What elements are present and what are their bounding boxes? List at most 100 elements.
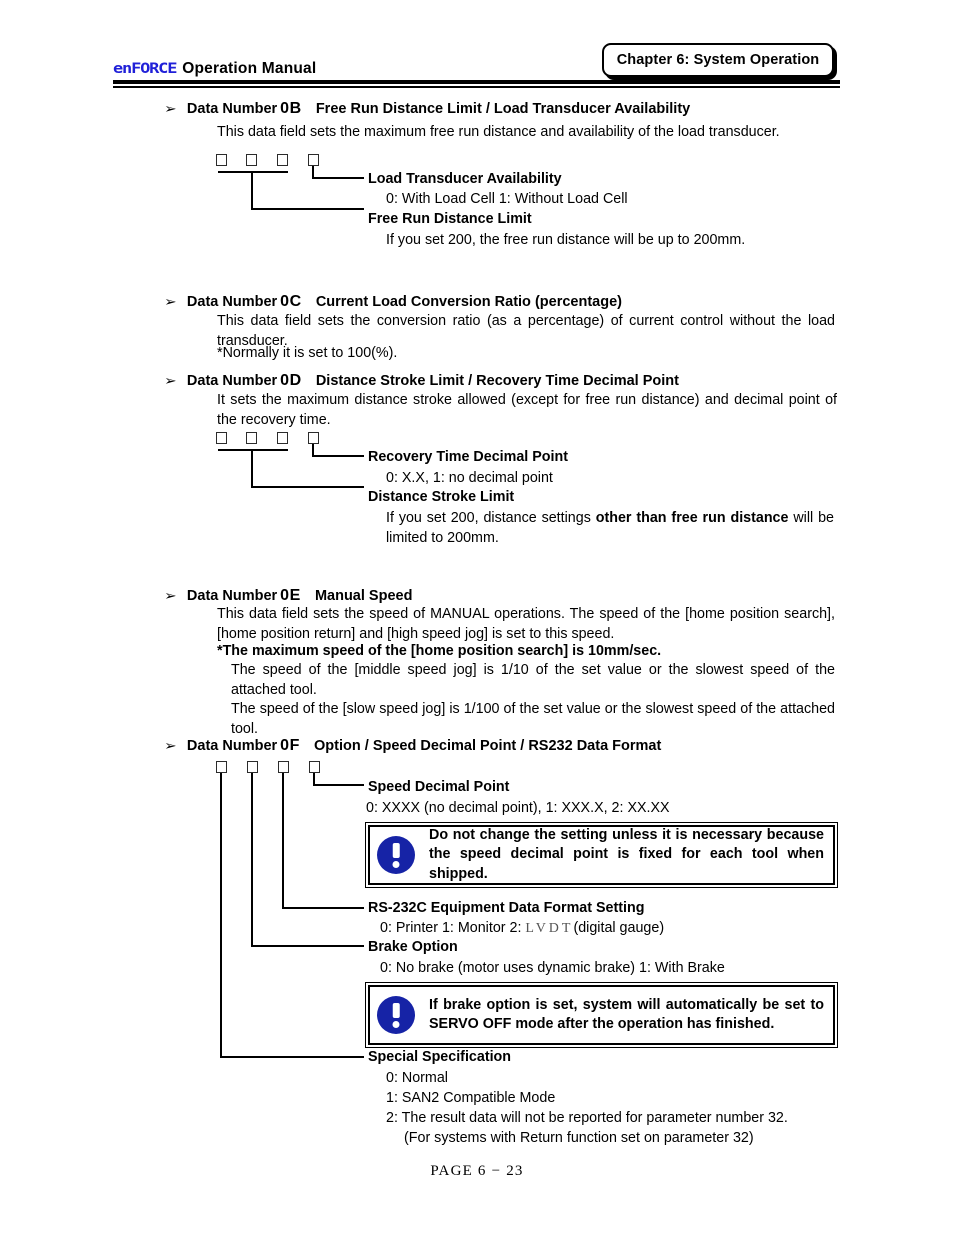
label-special-specification: Special Specification	[368, 1049, 512, 1065]
bit-square-2	[247, 761, 258, 773]
connector-vertical-distance-stroke	[251, 449, 253, 487]
entry-prefix-0b: Data Number	[186, 101, 278, 117]
manual-logo: enFORCE Operation Manual	[113, 59, 316, 79]
group-bar	[218, 449, 288, 451]
entry-para1-0e: This data field sets the speed of MANUAL…	[217, 606, 835, 642]
connector-horizontal-speed-decimal	[313, 784, 364, 786]
bit-square-4	[308, 432, 319, 444]
entry-prefix-0c: Data Number	[186, 294, 278, 310]
label-brake-option: Brake Option	[368, 939, 458, 955]
values-distance-stroke-pre: If you set 200, distance settings	[386, 510, 596, 526]
chapter-badge: Chapter 6: System Operation	[602, 43, 834, 77]
connector-vertical-brake	[251, 773, 253, 947]
entry-number-0e: 0E	[280, 587, 301, 604]
connector-vertical-rs232	[282, 773, 284, 909]
entry-intro-0d: It sets the maximum distance stroke allo…	[217, 392, 837, 428]
entry-heading-0b: ➢ Data Number 0B Free Run Distance Limit / …	[164, 100, 691, 118]
entry-body-0c-line2: *Normally it is set to 100(%).	[217, 345, 398, 361]
values-special-spec-1: 1: SAN2 Compatible Mode	[386, 1090, 556, 1106]
entry-title-0f: Option / Speed Decimal Point / RS232 Dat…	[314, 738, 662, 754]
document-page: enFORCE Operation Manual Chapter 6: Syste…	[0, 0, 954, 1235]
label-free-run-distance-limit: Free Run Distance Limit	[368, 211, 532, 227]
label-speed-decimal-point: Speed Decimal Point	[368, 779, 510, 795]
entry-title-0c: Current Load Conversion Ratio (percentag…	[315, 294, 622, 310]
warning-text-speed-decimal: Do not change the setting unless it is n…	[429, 826, 824, 882]
entry-para2-0e: The speed of the [middle speed jog] is 1…	[231, 662, 835, 698]
values-special-spec-0: 0: Normal	[386, 1070, 448, 1086]
values-recovery-time-decimal-point: 0: X.X, 1: no decimal point	[386, 470, 553, 486]
values-special-spec-2: 2: The result data will not be reported …	[386, 1110, 788, 1126]
entry-para-bold-0e: *The maximum speed of the [home position…	[217, 643, 662, 659]
entry-title-0e: Manual Speed	[314, 588, 413, 604]
exclamation-circle-icon	[377, 996, 415, 1034]
connector-horizontal-load-transducer	[312, 177, 364, 179]
entry-heading-0e: ➢ Data Number 0E Manual Speed	[164, 587, 413, 605]
bit-square-2	[246, 432, 257, 444]
bit-square-3	[278, 761, 289, 773]
entry-prefix-0f: Data Number	[186, 738, 278, 754]
entry-number-0d: 0D	[280, 372, 302, 389]
label-rs232-data-format: RS-232C Equipment Data Format Setting	[368, 900, 645, 916]
warning-box-speed-decimal: Do not change the setting unless it is n…	[365, 822, 838, 888]
label-load-transducer-availability: Load Transducer Availability	[368, 171, 562, 187]
bullet-arrow-icon: ➢	[164, 102, 177, 117]
values-load-transducer-availability: 0: With Load Cell 1: Without Load Cell	[386, 191, 628, 207]
values-brake-option: 0: No brake (motor uses dynamic brake) 1…	[380, 960, 725, 976]
entry-number-0c: 0C	[280, 293, 302, 310]
values-rs232-post: (digital gauge)	[573, 920, 665, 936]
connector-horizontal-rs232	[282, 907, 364, 909]
connector-horizontal-free-run	[251, 208, 364, 210]
bit-square-4	[309, 761, 320, 773]
warning-box-brake-option: If brake option is set, system will auto…	[365, 982, 838, 1048]
bullet-arrow-icon: ➢	[164, 295, 177, 310]
entry-intro-0b: This data field sets the maximum free ru…	[217, 124, 780, 140]
entry-prefix-0e: Data Number	[186, 588, 278, 604]
connector-horizontal-distance-stroke	[251, 486, 364, 488]
values-rs232-data-format: 0: Printer 1: Monitor 2: LVDT(digital ga…	[380, 919, 664, 939]
label-recovery-time-decimal-point: Recovery Time Decimal Point	[368, 449, 568, 465]
values-special-spec-2b: (For systems with Return function set on…	[404, 1130, 754, 1146]
bit-square-1	[216, 154, 227, 166]
label-distance-stroke-limit: Distance Stroke Limit	[368, 489, 515, 505]
values-free-run-distance-limit: If you set 200, the free run distance wi…	[386, 232, 746, 248]
bit-square-3	[277, 154, 288, 166]
bullet-arrow-icon: ➢	[164, 739, 177, 754]
group-bar	[218, 171, 288, 173]
entry-heading-0f: ➢ Data Number 0F Option / Speed Decimal Poi…	[164, 737, 662, 755]
connector-horizontal-brake	[251, 945, 364, 947]
manual-title: Operation Manual	[182, 60, 317, 77]
bullet-arrow-icon: ➢	[164, 589, 177, 604]
connector-horizontal-recovery-time	[312, 455, 364, 457]
page-header: enFORCE Operation Manual Chapter 6: Syste…	[0, 0, 954, 96]
entry-title-0d: Distance Stroke Limit / Recovery Time De…	[315, 373, 679, 389]
header-rule-thin	[113, 86, 840, 88]
values-distance-stroke-emphasis: other than free run distance	[595, 510, 789, 526]
bit-square-4	[308, 154, 319, 166]
enforce-logo-icon: enFORCE	[113, 60, 177, 78]
exclamation-circle-icon	[377, 836, 415, 874]
entry-heading-0d: ➢ Data Number 0D Distance Stroke Limit / Re…	[164, 372, 679, 390]
chapter-badge-label: Chapter 6: System Operation	[616, 52, 820, 68]
page-footer: PAGE 6 − 23	[0, 1163, 954, 1180]
values-distance-stroke-limit: If you set 200, distance settings other …	[386, 509, 834, 548]
bit-square-3	[277, 432, 288, 444]
entry-number-0f: 0F	[280, 737, 301, 754]
values-speed-decimal-point: 0: XXXX (no decimal point), 1: XXX.X, 2:…	[366, 800, 670, 816]
entry-title-0b: Free Run Distance Limit / Load Transduce…	[315, 101, 691, 117]
connector-horizontal-special-spec	[220, 1056, 364, 1058]
bit-square-1	[216, 761, 227, 773]
values-rs232-lvdt: LVDT	[525, 921, 574, 936]
values-rs232-pre: 0: Printer 1: Monitor 2:	[380, 920, 526, 936]
connector-vertical-free-run	[251, 171, 253, 209]
entry-number-0b: 0B	[280, 100, 302, 117]
entry-heading-0c: ➢ Data Number 0C Current Load Conversion Ra…	[164, 293, 622, 311]
header-rule-thick	[113, 80, 840, 84]
bit-square-1	[216, 432, 227, 444]
page-number-label: PAGE 6 − 23	[430, 1163, 524, 1179]
entry-para3-0e: The speed of the [slow speed jog] is 1/1…	[231, 701, 835, 737]
entry-prefix-0d: Data Number	[186, 373, 278, 389]
bullet-arrow-icon: ➢	[164, 374, 177, 389]
connector-vertical-special-spec	[220, 773, 222, 1058]
bit-square-2	[246, 154, 257, 166]
warning-text-brake-option: If brake option is set, system will auto…	[429, 996, 824, 1033]
